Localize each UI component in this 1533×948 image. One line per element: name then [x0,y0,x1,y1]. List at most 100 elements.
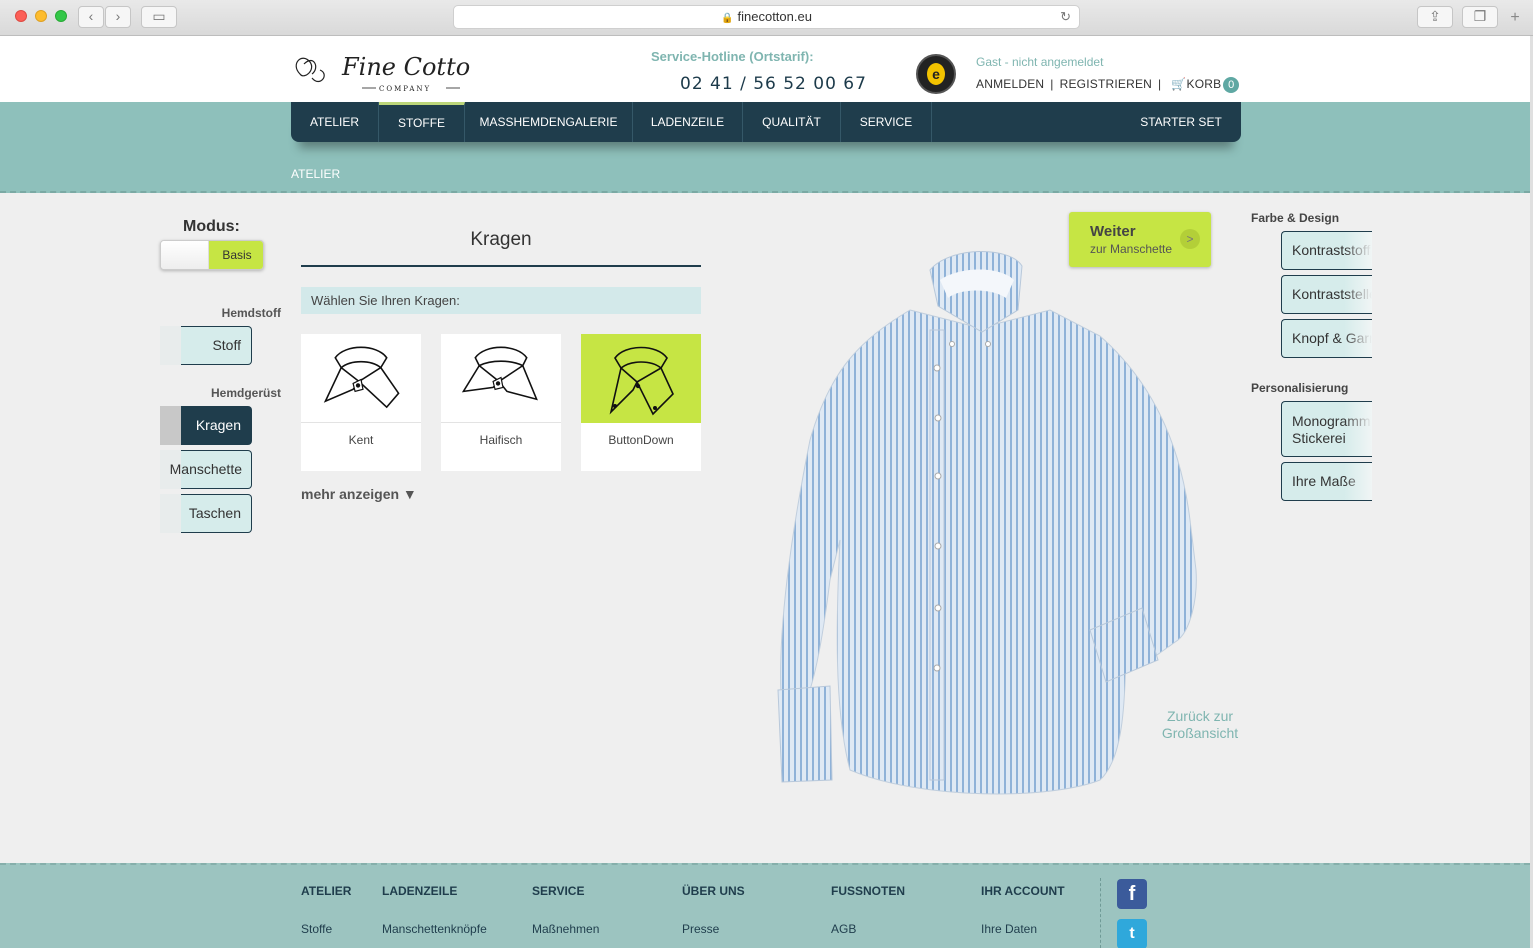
cart-count-badge: 0 [1223,77,1240,93]
sidebar-item-ihre-masse[interactable]: Ihre Maße [1281,462,1372,501]
back-to-overview-link[interactable]: Zurück zur Großansicht [1150,708,1250,742]
fine-cotton-logo[interactable]: Fine Cotton COMPANY [290,44,470,94]
tabs-overview-button[interactable]: ❐ [1462,6,1498,28]
browser-toolbar: ‹ › ▭ 🔒 finecotton.eu ↻ ⇪ ❐ + [0,0,1533,36]
next-button-title: Weiter [1090,223,1136,240]
footer-column-title: SERVICE [532,884,585,898]
show-more-link[interactable]: mehr anzeigen ▼ [301,486,417,502]
sidebar-item-kontraststoff[interactable]: Kontraststoff [1281,231,1372,270]
register-link[interactable]: REGISTRIEREN [1060,77,1152,91]
share-icon: ⇪ [1429,8,1441,24]
mode-toggle[interactable]: Basis [160,240,264,270]
footer-column-atelier: ATELIER Stoffe [301,884,352,936]
footer-link[interactable]: Manschettenknöpfe [382,922,487,936]
sidebar-item-kragen[interactable]: Kragen [160,406,252,445]
hotline-number[interactable]: 02 41 / 56 52 00 67 [680,74,867,94]
facebook-icon[interactable]: f [1117,879,1147,909]
logo-subtext: COMPANY [379,85,431,93]
footer-link[interactable]: Stoffe [301,922,332,936]
next-button-subtitle: zur Manschette [1090,242,1173,256]
trusted-shops-icon: e [927,63,945,85]
sidebar-item-kontraststellen[interactable]: Kontraststellen [1281,275,1372,314]
divider [301,265,701,267]
toggle-knob [161,241,209,269]
breadcrumb[interactable]: ATELIER [291,167,340,181]
nav-item-masshemdengalerie[interactable]: MASSHEMDENGALERIE [465,102,633,142]
sidebar-item-knopf-garn[interactable]: Knopf & Garn [1281,319,1372,358]
footer-link[interactable]: Presse [682,922,719,936]
sidebar-toggle-button[interactable]: ▭ [141,6,177,28]
reload-icon[interactable]: ↻ [1060,6,1071,28]
address-bar[interactable]: 🔒 finecotton.eu ↻ [453,5,1080,29]
main-nav: ATELIER STOFFE MASSHEMDENGALERIE LADENZE… [291,102,1241,142]
shirt-preview[interactable] [770,240,1210,800]
twitter-icon[interactable]: t [1117,919,1147,948]
sidebar-item-manschette[interactable]: Manschette [160,450,252,489]
nav-item-starter-set[interactable]: STARTER SET [1131,102,1231,142]
new-tab-button[interactable]: + [1505,9,1525,29]
plus-icon: + [1510,9,1520,26]
collar-label: Kent [348,433,374,447]
section-label-hemdstoff: Hemdstoff [221,306,281,320]
mode-value: Basis [209,241,263,269]
section-label-farbe-design: Farbe & Design [1251,211,1340,225]
nav-item-qualitaet[interactable]: QUALITÄT [743,102,841,142]
kent-collar-icon [301,346,421,423]
sidebar-item-label: Manschette [169,461,242,477]
sidebar-item-label: Kragen [181,406,252,445]
footer-link[interactable]: Ihre Daten [981,922,1037,936]
cart-icon[interactable]: 🛒 [1171,77,1186,91]
footer-column-ladenzeile: LADENZEILE Manschettenknöpfe [382,884,487,936]
forward-button[interactable]: › [105,6,131,28]
footer-column-fussnoten: FUSSNOTEN AGB [831,884,906,936]
footer-column-title: IHR ACCOUNT [981,884,1065,898]
footer-column-ueber-uns: ÜBER UNS Presse [682,884,745,936]
collar-option-haifisch[interactable]: Haifisch [441,334,561,471]
login-link[interactable]: ANMELDEN [976,77,1044,91]
trusted-shops-badge[interactable]: e [916,54,956,94]
login-status: Gast - nicht angemeldet [976,55,1104,69]
cart-link[interactable]: KORB [1187,77,1222,91]
footer-link[interactable]: Maßnehmen [532,922,599,936]
logo-text: Fine Cotton [341,53,470,81]
zoom-window-button[interactable] [55,10,67,22]
tabs-icon: ❐ [1473,8,1487,24]
sidebar-item-taschen[interactable]: Taschen [160,494,252,533]
section-label-personalisierung: Personalisierung [1251,381,1349,395]
nav-item-ladenzeile[interactable]: LADENZEILE [633,102,743,142]
footer-link[interactable]: AGB [831,922,856,936]
back-button[interactable]: ‹ [78,6,104,28]
minimize-window-button[interactable] [35,10,47,22]
sidebar-item-monogramm-stickerei[interactable]: Monogramm Stickerei [1281,401,1372,457]
chevron-left-icon: ‹ [88,8,94,24]
chevron-right-icon: › [115,8,121,24]
next-button[interactable]: Weiter zur Manschette > [1069,212,1211,267]
sidebar-item-label: Taschen [181,494,252,533]
nav-item-stoffe[interactable]: STOFFE [379,102,465,142]
sidebar-item-stoff[interactable]: Stoff [160,326,252,365]
mode-label: Modus: [183,218,240,235]
close-window-button[interactable] [15,10,27,22]
section-label-hemdgeruest: Hemdgerüst [210,386,281,400]
share-button[interactable]: ⇪ [1417,6,1453,28]
footer-column-title: FUSSNOTEN [831,884,906,898]
footer-divider [1100,878,1101,948]
buttondown-collar-icon [581,334,701,423]
site-footer [0,863,1530,948]
haifisch-collar-icon [441,346,561,423]
collar-option-buttondown[interactable]: ButtonDown [581,334,701,471]
sidebar-icon: ▭ [152,8,166,24]
url-text: finecotton.eu [737,9,812,24]
sidebar-item-label: Stoff [181,326,252,365]
footer-column-title: ÜBER UNS [682,884,745,898]
footer-column-service: SERVICE Maßnehmen [532,884,599,936]
collar-label: ButtonDown [608,433,674,447]
collar-label: Haifisch [479,433,523,447]
account-links: ANMELDEN | REGISTRIEREN | 🛒KORB 0 [976,77,1240,93]
footer-column-title: LADENZEILE [382,884,458,898]
nav-item-atelier[interactable]: ATELIER [291,102,379,142]
nav-item-service[interactable]: SERVICE [841,102,932,142]
site-header: Fine Cotton COMPANY Service-Hotline (Ort… [0,36,1530,102]
collar-option-kent[interactable]: Kent [301,334,421,471]
footer-column-title: ATELIER [301,884,352,898]
